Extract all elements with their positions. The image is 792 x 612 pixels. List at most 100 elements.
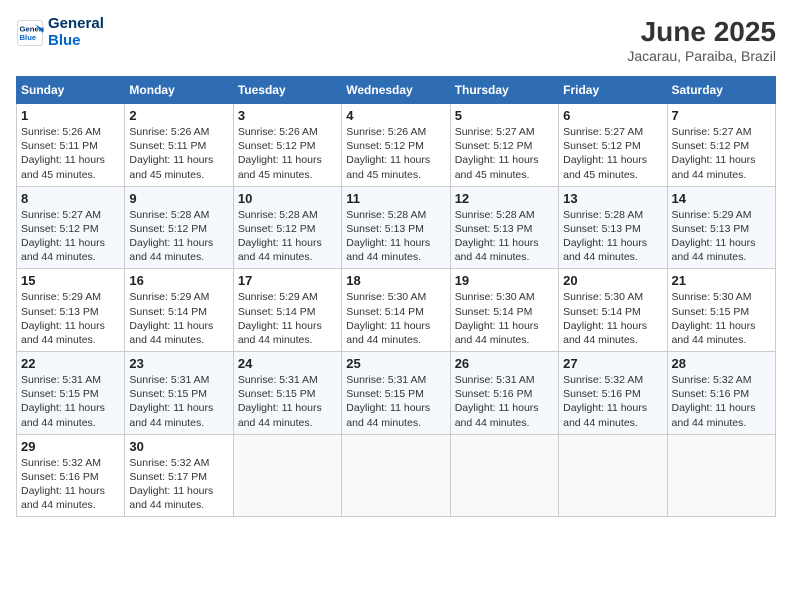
- day-number: 14: [672, 191, 771, 206]
- calendar-week-row: 1 Sunrise: 5:26 AM Sunset: 5:11 PM Daylig…: [17, 104, 776, 187]
- day-info: Sunrise: 5:28 AM Sunset: 5:13 PM Dayligh…: [346, 208, 445, 265]
- weekday-header-thursday: Thursday: [450, 77, 558, 104]
- svg-text:Blue: Blue: [20, 33, 37, 42]
- day-info: Sunrise: 5:26 AM Sunset: 5:12 PM Dayligh…: [346, 125, 445, 182]
- day-info: Sunrise: 5:27 AM Sunset: 5:12 PM Dayligh…: [455, 125, 554, 182]
- day-number: 9: [129, 191, 228, 206]
- day-number: 1: [21, 108, 120, 123]
- calendar-body: 1 Sunrise: 5:26 AM Sunset: 5:11 PM Daylig…: [17, 104, 776, 517]
- day-info: Sunrise: 5:29 AM Sunset: 5:13 PM Dayligh…: [672, 208, 771, 265]
- day-info: Sunrise: 5:30 AM Sunset: 5:14 PM Dayligh…: [346, 290, 445, 347]
- day-info: Sunrise: 5:31 AM Sunset: 5:15 PM Dayligh…: [129, 373, 228, 430]
- day-number: 7: [672, 108, 771, 123]
- day-number: 8: [21, 191, 120, 206]
- calendar-cell: 29Sunrise: 5:32 AM Sunset: 5:16 PM Dayli…: [17, 434, 125, 517]
- calendar-cell: 4 Sunrise: 5:26 AM Sunset: 5:12 PM Daylig…: [342, 104, 450, 187]
- day-info: Sunrise: 5:27 AM Sunset: 5:12 PM Dayligh…: [672, 125, 771, 182]
- day-info: Sunrise: 5:30 AM Sunset: 5:15 PM Dayligh…: [672, 290, 771, 347]
- calendar-cell: 14 Sunrise: 5:29 AM Sunset: 5:13 PM Dayli…: [667, 186, 775, 269]
- calendar-cell: 24 Sunrise: 5:31 AM Sunset: 5:15 PM Dayli…: [233, 352, 341, 435]
- calendar-cell: 17Sunrise: 5:29 AM Sunset: 5:14 PM Dayli…: [233, 269, 341, 352]
- day-info: Sunrise: 5:32 AM Sunset: 5:17 PM Dayligh…: [129, 456, 228, 513]
- month-year-title: June 2025: [627, 16, 776, 48]
- calendar-cell: [342, 434, 450, 517]
- calendar-week-row: 29Sunrise: 5:32 AM Sunset: 5:16 PM Dayli…: [17, 434, 776, 517]
- day-number: 30: [129, 439, 228, 454]
- day-number: 28: [672, 356, 771, 371]
- day-info: Sunrise: 5:28 AM Sunset: 5:13 PM Dayligh…: [455, 208, 554, 265]
- day-info: Sunrise: 5:31 AM Sunset: 5:15 PM Dayligh…: [238, 373, 337, 430]
- calendar-cell: 5 Sunrise: 5:27 AM Sunset: 5:12 PM Daylig…: [450, 104, 558, 187]
- calendar-header: SundayMondayTuesdayWednesdayThursdayFrid…: [17, 77, 776, 104]
- calendar-cell: 23Sunrise: 5:31 AM Sunset: 5:15 PM Dayli…: [125, 352, 233, 435]
- day-number: 2: [129, 108, 228, 123]
- day-info: Sunrise: 5:31 AM Sunset: 5:16 PM Dayligh…: [455, 373, 554, 430]
- day-info: Sunrise: 5:32 AM Sunset: 5:16 PM Dayligh…: [672, 373, 771, 430]
- calendar-week-row: 8Sunrise: 5:27 AM Sunset: 5:12 PM Daylig…: [17, 186, 776, 269]
- calendar-cell: 1 Sunrise: 5:26 AM Sunset: 5:11 PM Daylig…: [17, 104, 125, 187]
- calendar-cell: [667, 434, 775, 517]
- calendar-table: SundayMondayTuesdayWednesdayThursdayFrid…: [16, 76, 776, 517]
- day-number: 19: [455, 273, 554, 288]
- day-number: 24: [238, 356, 337, 371]
- title-area: June 2025 Jacarau, Paraiba, Brazil: [627, 16, 776, 64]
- calendar-cell: 16 Sunrise: 5:29 AM Sunset: 5:14 PM Dayli…: [125, 269, 233, 352]
- day-info: Sunrise: 5:30 AM Sunset: 5:14 PM Dayligh…: [455, 290, 554, 347]
- calendar-cell: [450, 434, 558, 517]
- day-info: Sunrise: 5:31 AM Sunset: 5:15 PM Dayligh…: [21, 373, 120, 430]
- weekday-header-sunday: Sunday: [17, 77, 125, 104]
- calendar-cell: 9Sunrise: 5:28 AM Sunset: 5:12 PM Daylig…: [125, 186, 233, 269]
- logo-icon: General Blue: [16, 19, 44, 47]
- day-number: 20: [563, 273, 662, 288]
- calendar-cell: [233, 434, 341, 517]
- calendar-cell: 28 Sunrise: 5:32 AM Sunset: 5:16 PM Dayli…: [667, 352, 775, 435]
- calendar-week-row: 22 Sunrise: 5:31 AM Sunset: 5:15 PM Dayli…: [17, 352, 776, 435]
- day-number: 10: [238, 191, 337, 206]
- day-info: Sunrise: 5:26 AM Sunset: 5:12 PM Dayligh…: [238, 125, 337, 182]
- day-number: 18: [346, 273, 445, 288]
- location-subtitle: Jacarau, Paraiba, Brazil: [627, 48, 776, 64]
- day-info: Sunrise: 5:29 AM Sunset: 5:13 PM Dayligh…: [21, 290, 120, 347]
- calendar-cell: 18 Sunrise: 5:30 AM Sunset: 5:14 PM Dayli…: [342, 269, 450, 352]
- weekday-header-wednesday: Wednesday: [342, 77, 450, 104]
- calendar-cell: 6Sunrise: 5:27 AM Sunset: 5:12 PM Daylig…: [559, 104, 667, 187]
- day-number: 25: [346, 356, 445, 371]
- day-number: 27: [563, 356, 662, 371]
- logo-text-line1: General: [48, 16, 104, 33]
- calendar-cell: 22 Sunrise: 5:31 AM Sunset: 5:15 PM Dayli…: [17, 352, 125, 435]
- day-number: 16: [129, 273, 228, 288]
- day-info: Sunrise: 5:30 AM Sunset: 5:14 PM Dayligh…: [563, 290, 662, 347]
- weekday-header-row: SundayMondayTuesdayWednesdayThursdayFrid…: [17, 77, 776, 104]
- day-info: Sunrise: 5:31 AM Sunset: 5:15 PM Dayligh…: [346, 373, 445, 430]
- calendar-cell: 7 Sunrise: 5:27 AM Sunset: 5:12 PM Daylig…: [667, 104, 775, 187]
- day-info: Sunrise: 5:27 AM Sunset: 5:12 PM Dayligh…: [563, 125, 662, 182]
- page-header: General Blue General Blue June 2025 Jaca…: [16, 16, 776, 64]
- calendar-cell: 20 Sunrise: 5:30 AM Sunset: 5:14 PM Dayli…: [559, 269, 667, 352]
- logo: General Blue General Blue: [16, 16, 104, 49]
- day-info: Sunrise: 5:29 AM Sunset: 5:14 PM Dayligh…: [129, 290, 228, 347]
- day-info: Sunrise: 5:28 AM Sunset: 5:12 PM Dayligh…: [238, 208, 337, 265]
- calendar-week-row: 15Sunrise: 5:29 AM Sunset: 5:13 PM Dayli…: [17, 269, 776, 352]
- day-number: 21: [672, 273, 771, 288]
- calendar-cell: 11Sunrise: 5:28 AM Sunset: 5:13 PM Dayli…: [342, 186, 450, 269]
- logo-text-line2: Blue: [48, 33, 104, 50]
- weekday-header-tuesday: Tuesday: [233, 77, 341, 104]
- calendar-cell: 10 Sunrise: 5:28 AM Sunset: 5:12 PM Dayli…: [233, 186, 341, 269]
- day-info: Sunrise: 5:26 AM Sunset: 5:11 PM Dayligh…: [21, 125, 120, 182]
- day-number: 12: [455, 191, 554, 206]
- day-info: Sunrise: 5:32 AM Sunset: 5:16 PM Dayligh…: [563, 373, 662, 430]
- calendar-cell: 2 Sunrise: 5:26 AM Sunset: 5:11 PM Daylig…: [125, 104, 233, 187]
- day-number: 22: [21, 356, 120, 371]
- day-number: 13: [563, 191, 662, 206]
- calendar-cell: [559, 434, 667, 517]
- day-number: 4: [346, 108, 445, 123]
- calendar-cell: 3Sunrise: 5:26 AM Sunset: 5:12 PM Daylig…: [233, 104, 341, 187]
- day-number: 5: [455, 108, 554, 123]
- calendar-cell: 12 Sunrise: 5:28 AM Sunset: 5:13 PM Dayli…: [450, 186, 558, 269]
- calendar-cell: 25 Sunrise: 5:31 AM Sunset: 5:15 PM Dayli…: [342, 352, 450, 435]
- calendar-cell: 13Sunrise: 5:28 AM Sunset: 5:13 PM Dayli…: [559, 186, 667, 269]
- weekday-header-friday: Friday: [559, 77, 667, 104]
- day-number: 26: [455, 356, 554, 371]
- day-info: Sunrise: 5:26 AM Sunset: 5:11 PM Dayligh…: [129, 125, 228, 182]
- calendar-cell: 21 Sunrise: 5:30 AM Sunset: 5:15 PM Dayli…: [667, 269, 775, 352]
